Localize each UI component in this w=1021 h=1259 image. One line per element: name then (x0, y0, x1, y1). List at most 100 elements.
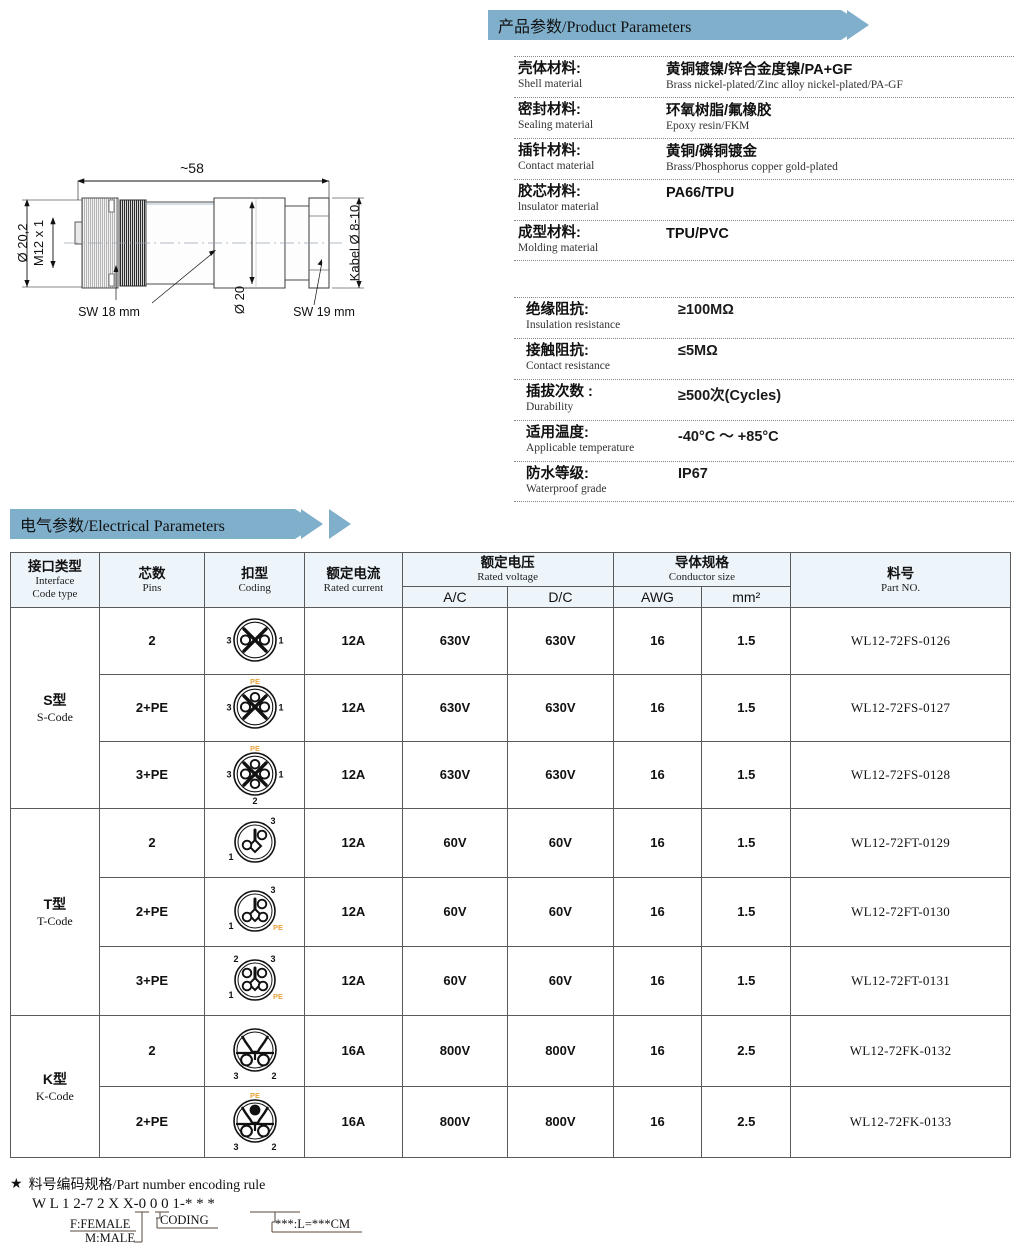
performance-spec-list: 绝缘阻抗: Insulation resistance ≥100MΩ 接触阻抗:… (514, 297, 1014, 502)
spec-label: 插针材料: Contact material (518, 142, 666, 174)
header-interface-code-type: 接口类型 Interface Code type (10, 552, 100, 608)
svg-text:PE: PE (273, 923, 283, 932)
spec-label-cn: 防水等级: (526, 466, 589, 482)
cell-voltage-dc: 60V (507, 807, 614, 878)
table-row: K型 K-Code 2 3 2 16A 800V 800V 16 2.5 WL12-72FK-013… (10, 1014, 1011, 1158)
cell-part-no: WL12-72FT-0131 (790, 945, 1011, 1016)
encoding-note-male: M:MALE (85, 1231, 135, 1245)
cell-rated-current: 16A (304, 1085, 403, 1158)
electrical-parameters-table: 接口类型 Interface Code type 芯数 Pins 扣型 Codi… (10, 552, 1011, 1158)
encoding-note-length: ***:L=***CM (275, 1217, 350, 1231)
cell-awg: 16 (612, 876, 703, 947)
svg-text:PE: PE (273, 992, 283, 1001)
encoding-title: 料号编码规格/Part number encoding rule (28, 1178, 266, 1193)
spec-value: IP67 (678, 466, 708, 482)
spec-value: 黄铜/磷铜镀金 Brass/Phosphorus copper gold-pla… (666, 142, 838, 175)
spec-row: 密封材料: Sealing material 环氧树脂/氟橡胶 Epoxy re… (514, 97, 1014, 138)
svg-text:1: 1 (228, 852, 233, 862)
svg-text:1: 1 (278, 635, 283, 645)
cell-voltage-ac: 60V (401, 876, 509, 947)
table-row: 3+PE 1 3 2 PE 12A 60V 60V 16 1.5 WL12-72FT-0131 (11, 945, 1011, 1016)
svg-text:3: 3 (226, 635, 231, 645)
spec-value-cn: 黄铜/磷铜镀金 (666, 144, 758, 160)
cell-mm2: 1.5 (701, 740, 792, 809)
header-voltage-dc: D/C (507, 585, 614, 608)
spec-row: 防水等级: Waterproof grade IP67 (514, 461, 1014, 502)
header-pins: 芯数 Pins (98, 552, 206, 608)
dim-thread-label: M12 x 1 (31, 220, 46, 266)
cell-voltage-dc: 630V (507, 606, 614, 675)
cell-rated-current: 12A (304, 673, 403, 742)
spec-label-cn: 插拔次数 : (526, 384, 593, 400)
spec-label-cn: 适用温度: (526, 425, 589, 441)
cell-mm2: 2.5 (701, 1085, 792, 1158)
cell-rated-current: 12A (304, 876, 403, 947)
spec-label: 壳体材料: Shell material (518, 60, 666, 92)
spec-label-en: Contact material (518, 160, 595, 173)
cell-part-no: WL12-72FS-0127 (790, 673, 1011, 742)
spec-row: 胶芯材料: lnsulator material PA66/TPU (514, 179, 1014, 220)
spec-value: ≤5MΩ (678, 343, 718, 359)
spec-label-en: Waterproof grade (526, 483, 607, 496)
cell-pins: 2+PE (98, 673, 206, 742)
spec-label-cn: 壳体材料: (518, 61, 581, 77)
svg-text:PE: PE (250, 744, 260, 753)
spec-label-cn: 插针材料: (518, 143, 581, 159)
svg-text:PE: PE (250, 1091, 260, 1100)
spec-label-en: Contact resistance (526, 360, 610, 373)
cell-rated-current: 12A (304, 740, 403, 809)
cell-mm2: 2.5 (701, 1014, 792, 1087)
spec-label-en: lnsulator material (518, 201, 599, 214)
spec-value-cn: PA66/TPU (666, 185, 735, 201)
spec-label-cn: 绝缘阻抗: (526, 302, 589, 318)
code-label-cn: K型 (42, 1070, 67, 1087)
cell-coding-diagram: 31 (204, 606, 306, 675)
callout-sw18-label: SW 18 mm (78, 305, 140, 319)
spec-row: 接触阻抗: Contact resistance ≤5MΩ (514, 338, 1014, 379)
cell-voltage-ac: 800V (401, 1085, 509, 1158)
spec-label: 防水等级: Waterproof grade (518, 465, 678, 497)
spec-label-en: Durability (526, 401, 574, 414)
spec-value: ≥100MΩ (678, 302, 734, 318)
table-row: 2+PE 1 3 PE 12A 60V 60V 16 1.5 WL12-72FT-0130 (11, 876, 1011, 947)
cell-pins: 2 (98, 1014, 206, 1087)
svg-text:2: 2 (271, 1071, 276, 1081)
material-spec-list: 壳体材料: Shell material 黄铜镀镍/锌合金度镍/PA+GF Br… (514, 56, 1014, 261)
spec-label: 密封材料: Sealing material (518, 101, 666, 133)
spec-value: ≥500次(Cycles) (678, 388, 782, 404)
svg-text:3: 3 (270, 954, 275, 964)
cell-mm2: 1.5 (701, 945, 792, 1016)
spec-label: 插拔次数 : Durability (518, 383, 678, 415)
spec-label: 成型材料: Molding material (518, 224, 666, 256)
star-icon: ★ (10, 1176, 23, 1192)
cell-part-no: WL12-72FK-0132 (790, 1014, 1011, 1087)
spec-label-cn: 胶芯材料: (518, 184, 581, 200)
spec-row: 成型材料: Molding material TPU/PVC (514, 220, 1014, 261)
cell-voltage-ac: 630V (401, 606, 509, 675)
cell-voltage-dc: 800V (507, 1014, 614, 1087)
spec-label-en: Shell material (518, 78, 583, 91)
cell-coding-diagram: 1 3 2 PE (204, 945, 306, 1016)
cell-voltage-dc: 60V (507, 945, 614, 1016)
code-label-en: K-Code (35, 1088, 74, 1103)
encoding-note-female: F:FEMALE (70, 1217, 131, 1231)
svg-text:2: 2 (271, 1142, 276, 1152)
dim-outer-diameter-label: Ø 20,2 (15, 223, 30, 262)
cell-rated-current: 12A (304, 807, 403, 878)
cell-voltage-ac: 800V (401, 1014, 509, 1087)
code-label-cn: S型 (43, 692, 67, 709)
spec-label-en: Insulation resistance (526, 319, 621, 332)
table-row: 2+PE PE 3 2 16A 800V 800V 16 2.5 WL12-72FK-0133 (11, 1085, 1011, 1158)
encoding-title-row: ★ 料号编码规格/Part number encoding rule (10, 1174, 430, 1194)
cell-part-no: WL12-72FT-0129 (790, 807, 1011, 878)
dim-cable-label: Kabel Ø 8-10 (347, 205, 362, 282)
cell-voltage-dc: 800V (507, 1085, 614, 1158)
banner-chevron-icon-2 (328, 509, 351, 539)
spec-label: 绝缘阻抗: Insulation resistance (518, 301, 678, 333)
spec-value: PA66/TPU (666, 183, 734, 202)
header-rated-voltage: 额定电压 Rated voltage (401, 552, 614, 587)
cell-mm2: 1.5 (701, 673, 792, 742)
cell-interface-code: S型 S-Code (10, 606, 100, 809)
cell-part-no: WL12-72FK-0133 (790, 1085, 1011, 1158)
spec-row: 绝缘阻抗: Insulation resistance ≥100MΩ (514, 297, 1014, 338)
